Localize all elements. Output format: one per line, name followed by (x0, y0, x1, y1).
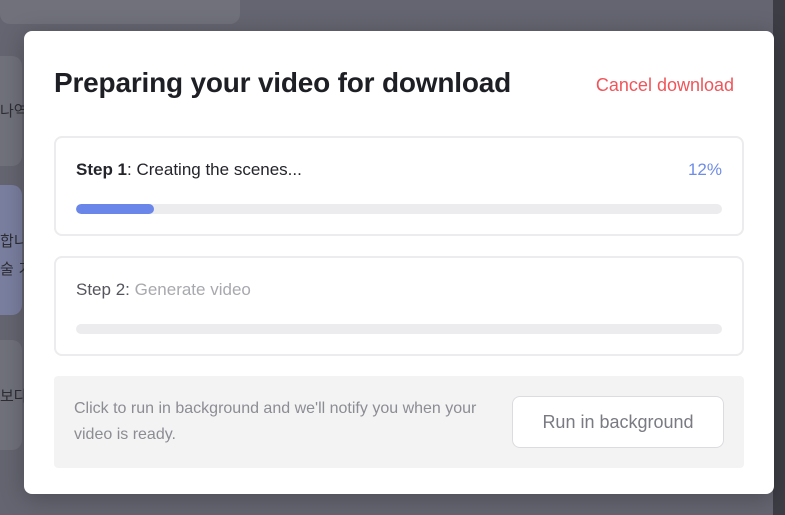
step-separator: : (125, 280, 135, 299)
step-1-percent: 12% (687, 160, 722, 179)
step-1-progress-track (76, 204, 722, 214)
step-2-card: Step 2: Generate video (54, 256, 744, 356)
background-card (0, 0, 240, 24)
step-number: Step 1 (76, 160, 128, 179)
background-right-panel (773, 0, 785, 515)
run-in-background-button[interactable]: Run in background (512, 396, 724, 448)
step-description: Creating the scenes... (136, 160, 302, 179)
download-modal: Preparing your video for download Cancel… (24, 31, 774, 494)
cancel-download-link[interactable]: Cancel download (596, 75, 734, 96)
step-1-label: Step 1: Creating the scenes... (76, 160, 302, 180)
step-2-progress-track (76, 324, 722, 334)
step-2-label: Step 2: Generate video (76, 280, 251, 300)
step-description: Generate video (134, 280, 251, 299)
background-note: Click to run in background and we'll not… (74, 400, 477, 443)
step-1-progress-fill (76, 204, 154, 214)
run-in-background-panel: Click to run in background and we'll not… (54, 376, 744, 468)
step-1-card: Step 1: Creating the scenes... 12% (54, 136, 744, 236)
step-number: Step 2 (76, 280, 126, 299)
modal-title: Preparing your video for download (54, 67, 511, 98)
